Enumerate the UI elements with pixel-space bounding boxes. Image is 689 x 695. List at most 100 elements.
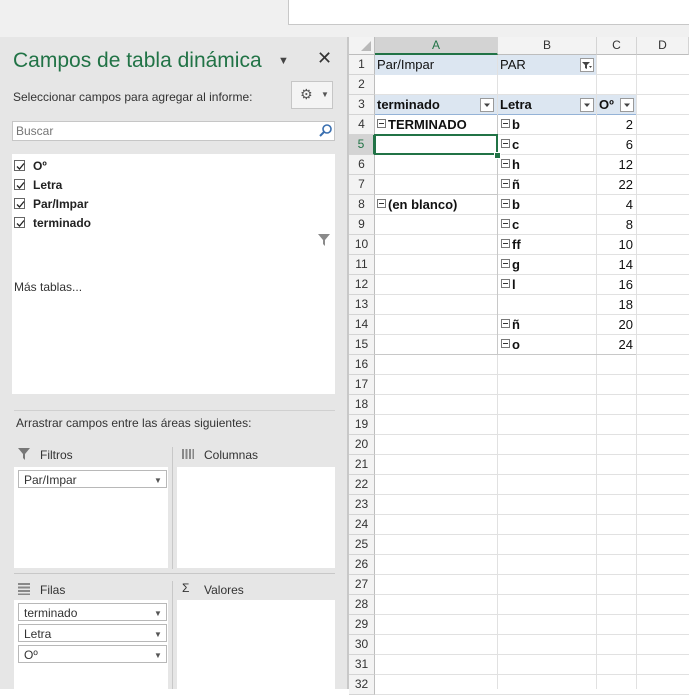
column-header-c[interactable]: C <box>597 37 637 55</box>
row-header-20[interactable]: 20 <box>349 435 375 455</box>
field-checkbox[interactable] <box>14 198 25 209</box>
collapse-icon[interactable] <box>501 219 510 229</box>
number-cell[interactable]: 12 <box>597 155 636 175</box>
chevron-down-icon[interactable]: ▼ <box>154 476 162 485</box>
letter-cell[interactable]: ñ <box>501 175 595 195</box>
field-checkbox[interactable] <box>14 160 25 171</box>
number-cell[interactable]: 20 <box>597 315 636 335</box>
letter-cell[interactable]: b <box>501 115 595 135</box>
row-header-10[interactable]: 10 <box>349 235 375 255</box>
collapse-icon[interactable] <box>501 279 510 289</box>
row-header-1[interactable]: 1 <box>349 55 375 75</box>
collapse-icon[interactable] <box>501 179 510 189</box>
fill-handle[interactable] <box>494 152 501 159</box>
chevron-down-icon[interactable]: ▼ <box>154 630 162 639</box>
filter-field-label[interactable]: Par/Impar <box>375 55 497 75</box>
row-header-28[interactable]: 28 <box>349 595 375 615</box>
collapse-icon[interactable] <box>377 199 386 209</box>
letter-cell[interactable]: l <box>501 275 595 295</box>
number-cell[interactable]: 8 <box>597 215 636 235</box>
pane-options-chevron-icon[interactable]: ▼ <box>278 55 289 67</box>
row-header-19[interactable]: 19 <box>349 415 375 435</box>
search-input[interactable] <box>12 121 335 141</box>
number-cell[interactable]: 10 <box>597 235 636 255</box>
column-header-a[interactable]: A <box>375 37 498 55</box>
rows-chip-terminado[interactable]: terminado ▼ <box>18 603 167 621</box>
filters-chip-par-impar[interactable]: Par/Impar ▼ <box>18 470 167 488</box>
active-cell-a5[interactable] <box>374 134 498 155</box>
number-cell[interactable]: 16 <box>597 275 636 295</box>
row-header-4[interactable]: 4 <box>349 115 375 135</box>
row-header-7[interactable]: 7 <box>349 175 375 195</box>
row-header-27[interactable]: 27 <box>349 575 375 595</box>
row-header-8[interactable]: 8 <box>349 195 375 215</box>
collapse-icon[interactable] <box>501 239 510 249</box>
header-dropdown-button[interactable] <box>620 98 634 112</box>
row-header-12[interactable]: 12 <box>349 275 375 295</box>
columns-drop-area[interactable] <box>177 467 335 568</box>
number-cell[interactable]: 2 <box>597 115 636 135</box>
number-cell[interactable]: 18 <box>597 295 636 315</box>
row-header-30[interactable]: 30 <box>349 635 375 655</box>
row-header-22[interactable]: 22 <box>349 475 375 495</box>
row-header-14[interactable]: 14 <box>349 315 375 335</box>
group-label[interactable]: TERMINADO <box>377 115 497 135</box>
letter-cell[interactable]: c <box>501 135 595 155</box>
rows-chip-letra[interactable]: Letra ▼ <box>18 624 167 642</box>
letter-cell[interactable]: g <box>501 255 595 275</box>
collapse-icon[interactable] <box>501 199 510 209</box>
formula-bar[interactable] <box>288 0 689 25</box>
row-header-3[interactable]: 3 <box>349 95 375 115</box>
collapse-icon[interactable] <box>501 159 510 169</box>
tools-button[interactable]: ⚙ ▼ <box>291 81 333 109</box>
collapse-icon[interactable] <box>377 119 386 129</box>
header-dropdown-button[interactable] <box>480 98 494 112</box>
column-header-d[interactable]: D <box>637 37 689 55</box>
collapse-icon[interactable] <box>501 259 510 269</box>
pivot-header-terminado[interactable]: terminado <box>375 95 497 115</box>
chevron-down-icon[interactable]: ▼ <box>154 609 162 618</box>
filter-dropdown-button[interactable] <box>580 58 594 72</box>
field-checkbox[interactable] <box>14 217 25 228</box>
letter-cell[interactable]: c <box>501 215 595 235</box>
row-header-26[interactable]: 26 <box>349 555 375 575</box>
number-cell[interactable]: 6 <box>597 135 636 155</box>
collapse-icon[interactable] <box>501 339 510 349</box>
rows-chip-oo[interactable]: Oº ▼ <box>18 645 167 663</box>
letter-cell[interactable]: o <box>501 335 595 355</box>
header-dropdown-button[interactable] <box>580 98 594 112</box>
search-icon[interactable] <box>318 124 334 138</box>
letter-cell[interactable]: ff <box>501 235 595 255</box>
letter-cell[interactable]: h <box>501 155 595 175</box>
row-header-23[interactable]: 23 <box>349 495 375 515</box>
filter-funnel-icon[interactable] <box>318 234 330 246</box>
column-header-b[interactable]: B <box>498 37 597 55</box>
rows-drop-area[interactable]: terminado ▼ Letra ▼ Oº ▼ <box>14 600 168 689</box>
letter-cell[interactable]: b <box>501 195 595 215</box>
row-header-24[interactable]: 24 <box>349 515 375 535</box>
values-drop-area[interactable] <box>177 600 335 689</box>
number-cell[interactable]: 24 <box>597 335 636 355</box>
row-header-6[interactable]: 6 <box>349 155 375 175</box>
collapse-icon[interactable] <box>501 139 510 149</box>
number-cell[interactable]: 22 <box>597 175 636 195</box>
collapse-icon[interactable] <box>501 119 510 129</box>
select-all-button[interactable] <box>349 37 375 55</box>
filters-drop-area[interactable]: Par/Impar ▼ <box>14 467 168 568</box>
row-header-25[interactable]: 25 <box>349 535 375 555</box>
row-header-13[interactable]: 13 <box>349 295 375 315</box>
more-tables-link[interactable]: Más tablas... <box>14 280 82 294</box>
group-label[interactable]: (en blanco) <box>377 195 497 215</box>
row-header-2[interactable]: 2 <box>349 75 375 95</box>
field-checkbox[interactable] <box>14 179 25 190</box>
close-icon[interactable]: ✕ <box>317 48 332 69</box>
row-header-32[interactable]: 32 <box>349 675 375 695</box>
collapse-icon[interactable] <box>501 319 510 329</box>
number-cell[interactable]: 4 <box>597 195 636 215</box>
row-header-17[interactable]: 17 <box>349 375 375 395</box>
number-cell[interactable]: 14 <box>597 255 636 275</box>
row-header-5[interactable]: 5 <box>349 135 375 155</box>
row-header-21[interactable]: 21 <box>349 455 375 475</box>
row-header-18[interactable]: 18 <box>349 395 375 415</box>
row-header-16[interactable]: 16 <box>349 355 375 375</box>
